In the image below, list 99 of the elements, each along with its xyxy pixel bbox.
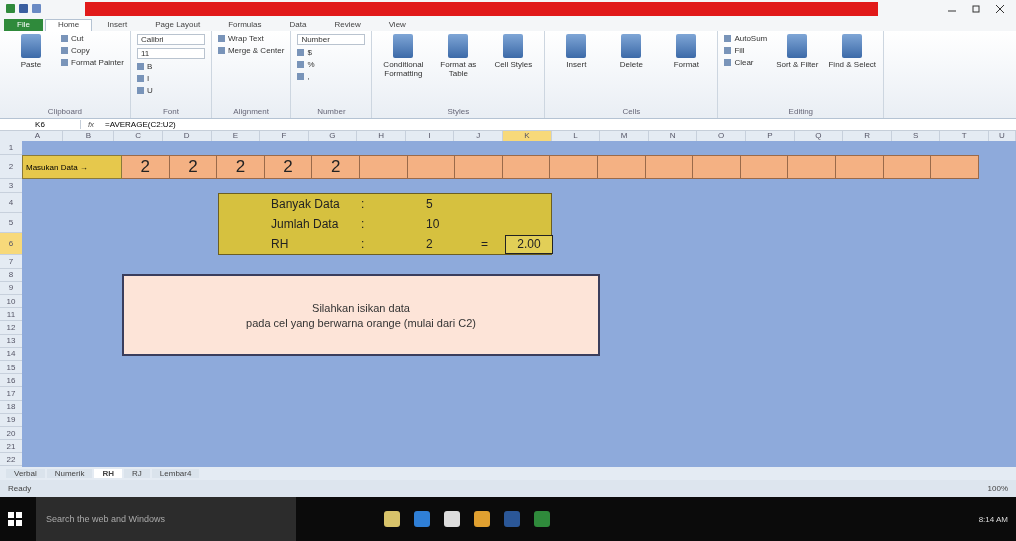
name-box[interactable]: K6 (0, 120, 81, 129)
ribbon-button[interactable]: Sort & Filter (772, 33, 823, 69)
command-icon (787, 33, 808, 58)
ribbon-button[interactable]: Fill (724, 45, 768, 55)
command-icon (21, 33, 41, 58)
ribbon-tab[interactable]: Insert (94, 18, 141, 31)
clock-text[interactable]: 8:14 AM (978, 514, 1008, 524)
ribbon-button[interactable]: Paste (6, 33, 56, 69)
dropdown-field[interactable]: Number (297, 33, 366, 45)
group-title: Font (161, 106, 180, 118)
table-cell (550, 155, 598, 180)
table-cell (740, 155, 789, 180)
ribbon-button[interactable]: Wrap Text (217, 33, 285, 43)
ribbon-button[interactable]: , (297, 71, 366, 81)
ribbon-tab[interactable]: Data (276, 18, 320, 31)
command-icon (621, 33, 642, 58)
sheet-tab[interactable]: RH (94, 469, 123, 479)
ribbon-button[interactable]: Find & Select (827, 33, 878, 69)
command-icon (676, 33, 697, 58)
ribbon-button[interactable]: B (136, 61, 205, 71)
ribbon-button[interactable]: Insert (551, 33, 602, 69)
ribbon-tab[interactable]: Home (44, 18, 93, 31)
ribbon-tab[interactable]: File (4, 18, 43, 31)
ribbon-button[interactable]: Format (661, 33, 712, 69)
group-title: Cells (621, 106, 642, 118)
sheet-tab[interactable]: RJ (124, 469, 150, 479)
table-cell: 2 (312, 155, 360, 180)
status-text: Ready (8, 484, 32, 494)
ribbon-button[interactable]: Cell Styles (488, 33, 539, 69)
table-cell (645, 155, 694, 180)
command-icon (566, 33, 587, 58)
summary-label: RH (271, 237, 290, 252)
command-icon (393, 33, 414, 58)
table-cell (931, 155, 979, 180)
dropdown-field[interactable]: 11 (136, 47, 205, 59)
colon: : (361, 197, 366, 212)
summary-value: 10 (426, 217, 441, 232)
sheet-tab[interactable]: Numerik (46, 469, 93, 479)
ribbon-button[interactable]: AutoSum (724, 33, 768, 43)
formula-field[interactable]: =AVERAGE(C2:U2) (101, 120, 176, 129)
ribbon-button[interactable]: I (136, 73, 205, 83)
ribbon-button[interactable]: U (136, 85, 205, 95)
ribbon-button[interactable]: Cut (61, 33, 124, 43)
row-header[interactable]: 6 (0, 233, 22, 256)
ribbon-button[interactable]: % (297, 59, 366, 69)
sheet-tab[interactable]: Lembar4 (151, 469, 200, 479)
colon: : (361, 217, 366, 232)
sheet-tab[interactable]: Verbal (6, 469, 45, 479)
table-cell: 2 (217, 155, 265, 180)
group-title: Alignment (232, 106, 270, 118)
group-title: Clipboard (46, 106, 84, 118)
note-text: pada cel yang berwarna orange (mulai dari C2) (246, 317, 476, 329)
command-icon (448, 33, 469, 58)
table-cell (883, 155, 932, 180)
group-title: Number (316, 106, 347, 118)
table-cell: 2 (264, 155, 313, 180)
fx-button[interactable]: fx (81, 120, 101, 129)
table-cell: 2 (169, 155, 218, 180)
restore-icon[interactable] (972, 4, 980, 13)
dropdown-field[interactable]: Calibri (136, 33, 205, 45)
table-cell: Masukan Data → (22, 155, 122, 180)
ribbon-tab[interactable]: View (375, 18, 419, 31)
summary-value: 5 (426, 197, 434, 212)
ribbon-button[interactable]: Conditional Formatting (378, 33, 429, 78)
windows-start-icon[interactable] (8, 512, 22, 526)
group-title: Styles (446, 106, 471, 118)
ribbon-button[interactable]: Clear (724, 57, 768, 67)
colon: : (361, 237, 366, 252)
summary-value: 2 (426, 237, 434, 252)
note-text: Silahkan isikan data (312, 302, 410, 314)
ribbon-tab[interactable]: Review (321, 18, 374, 31)
command-icon (842, 33, 863, 58)
zoom-level[interactable]: 100% (987, 484, 1008, 494)
ribbon-button[interactable]: Format Painter (61, 57, 124, 67)
table-cell (597, 155, 646, 180)
ribbon-tab[interactable]: Formulas (215, 18, 275, 31)
table-cell (693, 155, 741, 180)
table-cell (407, 155, 456, 180)
table-cell (788, 155, 836, 180)
table-cell: 2 (122, 155, 170, 180)
ribbon-button[interactable]: $ (297, 47, 366, 57)
command-icon (503, 33, 524, 58)
ribbon-button[interactable]: Merge & Center (217, 45, 285, 55)
group-title: Editing (787, 106, 815, 118)
column-header[interactable]: K (503, 131, 552, 142)
summary-label: Banyak Data (271, 197, 341, 212)
equals-sign: = (481, 237, 489, 252)
ribbon-button[interactable]: Copy (61, 45, 124, 55)
ribbon-button[interactable]: Delete (606, 33, 657, 69)
table-cell (455, 155, 503, 180)
summary-label: Jumlah Data (271, 217, 340, 232)
table-cell (835, 155, 884, 180)
ribbon-tab[interactable]: Page Layout (142, 18, 214, 31)
result-cell: 2.00 (505, 235, 553, 254)
table-cell (502, 155, 551, 180)
close-icon[interactable] (996, 4, 1004, 13)
ribbon-button[interactable]: Format as Table (433, 33, 484, 78)
table-cell (359, 155, 408, 180)
search-field[interactable]: Search the web and Windows (36, 497, 296, 541)
